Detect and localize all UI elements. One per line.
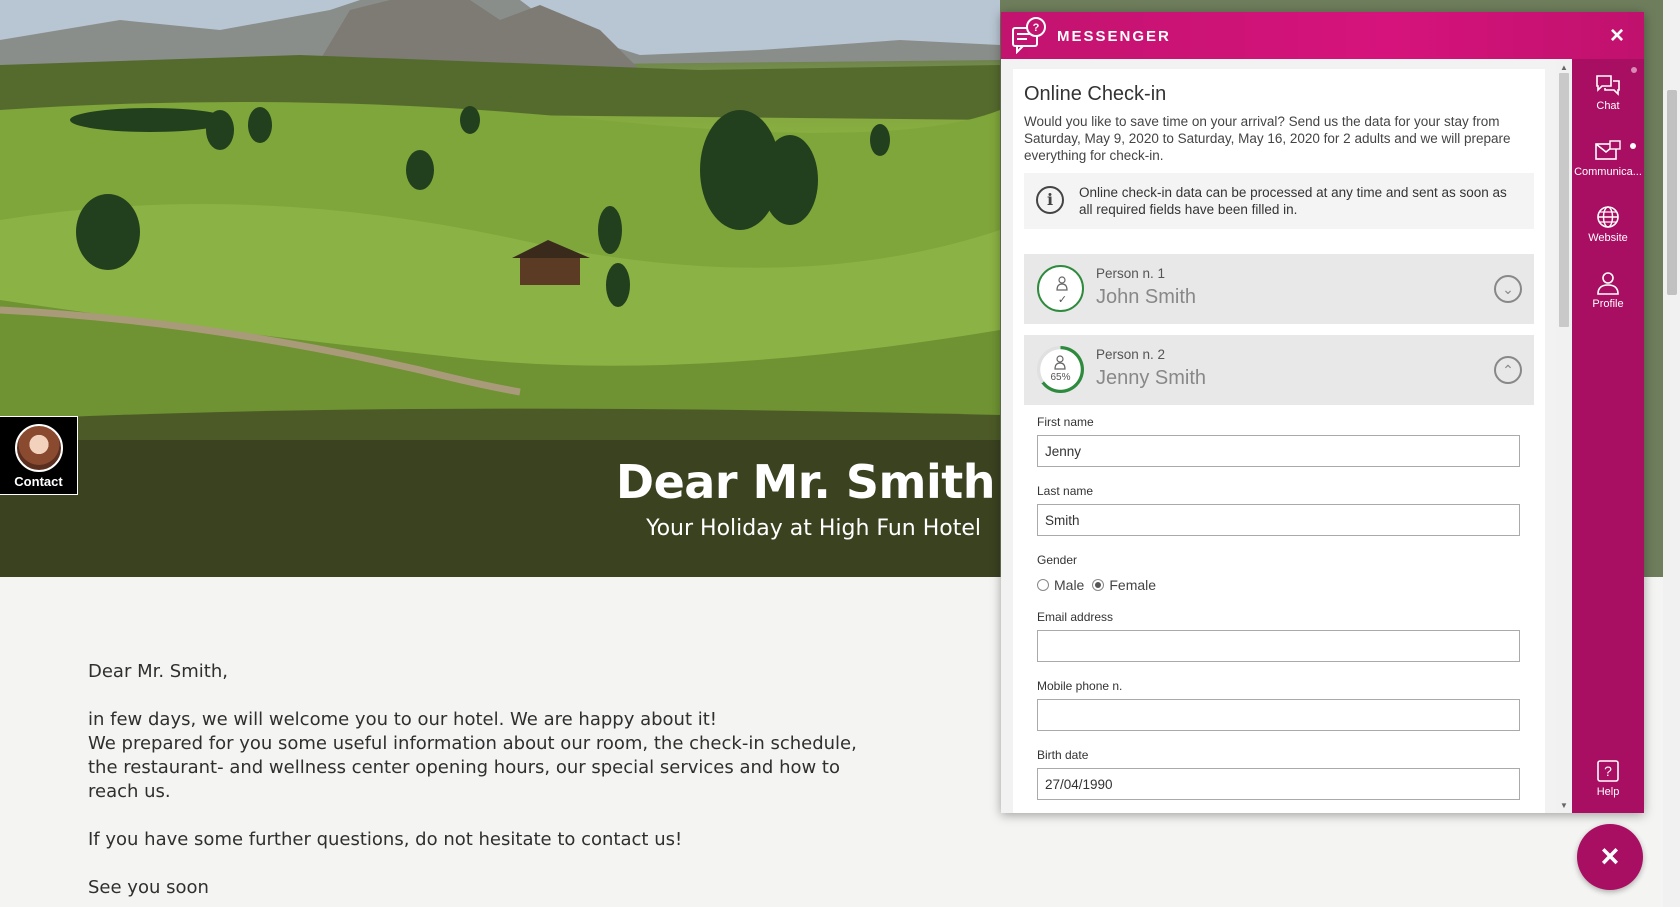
messenger-scrollbar[interactable]: ▲ ▼ [1556, 59, 1572, 813]
letter-closing: See you soon [88, 877, 209, 898]
letter-salutation: Dear Mr. Smith, [88, 661, 228, 682]
person-1-accordion[interactable]: ✓ Person n. 1 John Smith ⌄ [1024, 254, 1534, 324]
email-field[interactable] [1037, 630, 1520, 662]
mobile-label: Mobile phone n. [1037, 679, 1123, 693]
messenger-scrollbar-thumb[interactable] [1559, 73, 1569, 327]
scroll-up-arrow[interactable]: ▲ [1560, 63, 1568, 72]
welcome-letter: Dear Mr. Smith, in few days, we will wel… [88, 660, 868, 900]
rail-item-help[interactable]: ? Help [1572, 759, 1644, 798]
person-2-progress-label: 65% [1050, 372, 1071, 383]
svg-text:?: ? [1604, 763, 1612, 779]
person-1-check-mark: ✓ [1057, 294, 1068, 306]
last-name-label: Last name [1037, 484, 1094, 498]
rail-item-chat[interactable]: Chat [1572, 73, 1644, 112]
letter-paragraph-1-line-2: We prepared for you some useful informat… [88, 733, 857, 802]
gender-male-radio[interactable] [1037, 579, 1049, 591]
person-1-number: Person n. 1 [1096, 266, 1166, 281]
checkin-description: Would you like to save time on your arri… [1024, 114, 1511, 163]
rail-item-website[interactable]: Website [1572, 205, 1644, 244]
gender-female-label[interactable]: Female [1109, 577, 1156, 593]
person-2-number: Person n. 2 [1096, 347, 1166, 362]
contact-label: Contact [14, 474, 63, 489]
scroll-down-arrow[interactable]: ▼ [1560, 801, 1568, 810]
help-icon: ? [1597, 760, 1619, 782]
rail-item-profile[interactable]: Profile [1572, 271, 1644, 310]
svg-text:?: ? [1033, 22, 1040, 34]
chat-icon [1596, 75, 1620, 96]
page-scrollbar[interactable] [1663, 0, 1680, 907]
person-2-accordion[interactable]: 65% Person n. 2 Jenny Smith ⌃ [1024, 335, 1534, 405]
messenger-side-rail: Chat Communica... Website Profile ? Help [1572, 59, 1644, 813]
rail-chat-label: Chat [1596, 100, 1620, 112]
messenger-content: Online Check-in Would you like to save t… [1001, 59, 1572, 813]
person-icon [1056, 276, 1068, 291]
info-icon: i [1036, 186, 1064, 214]
letter-paragraph-1-line-1: in few days, we will welcome you to our … [88, 709, 718, 730]
birth-date-label: Birth date [1037, 748, 1089, 762]
gender-radio-group: Male Female [1037, 577, 1164, 593]
person-1-status-circle: ✓ [1037, 265, 1084, 312]
rail-communications-label: Communica... [1574, 166, 1642, 178]
letter-paragraph-2: If you have some further questions, do n… [88, 829, 683, 850]
person-icon [1054, 355, 1066, 370]
hero-title: Dear Mr. Smith [615, 455, 996, 509]
gender-male-label[interactable]: Male [1054, 577, 1084, 593]
checkin-info-text: Online check-in data can be processed at… [1079, 185, 1507, 217]
email-label: Email address [1037, 610, 1114, 624]
hero-subtitle: Your Holiday at High Fun Hotel [646, 516, 981, 541]
rail-help-label: Help [1596, 786, 1620, 798]
contact-widget-button[interactable]: Contact [0, 416, 78, 495]
rail-item-communications[interactable]: Communica... [1572, 139, 1644, 178]
profile-icon [1597, 272, 1619, 295]
gender-label: Gender [1037, 553, 1078, 567]
checkin-title: Online Check-in [1024, 83, 1167, 105]
checkin-info-box: i Online check-in data can be processed … [1024, 173, 1534, 229]
chevron-down-icon[interactable]: ⌄ [1494, 275, 1522, 303]
close-icon[interactable]: × [1610, 22, 1624, 50]
person-2-progress-circle: 65% [1037, 346, 1084, 393]
page-scrollbar-thumb[interactable] [1667, 90, 1677, 295]
mobile-field[interactable] [1037, 699, 1520, 731]
messenger-title: MESSENGER [1057, 28, 1171, 45]
messenger-panel: ? MESSENGER × Online Check-in Would you … [1001, 12, 1644, 813]
messenger-header: ? MESSENGER × [1001, 12, 1644, 59]
communications-icon [1595, 140, 1621, 160]
rail-profile-label: Profile [1592, 298, 1624, 310]
first-name-label: First name [1037, 415, 1094, 429]
first-name-field[interactable] [1037, 435, 1520, 467]
page: Dear Mr. Smith Your Holiday at High Fun … [0, 0, 1680, 907]
avatar [14, 424, 63, 472]
gender-female-radio[interactable] [1092, 579, 1105, 591]
person-2-name: Jenny Smith [1096, 367, 1207, 389]
birth-date-field[interactable] [1037, 768, 1520, 800]
globe-icon [1597, 206, 1619, 228]
messenger-logo-icon: ? [1012, 17, 1046, 54]
checkin-panel: Online Check-in Would you like to save t… [1013, 69, 1545, 813]
person-1-name: John Smith [1096, 286, 1197, 308]
chevron-up-icon[interactable]: ⌃ [1494, 356, 1522, 384]
last-name-field[interactable] [1037, 504, 1520, 536]
close-messenger-fab[interactable]: × [1577, 824, 1643, 890]
rail-website-label: Website [1588, 232, 1628, 244]
